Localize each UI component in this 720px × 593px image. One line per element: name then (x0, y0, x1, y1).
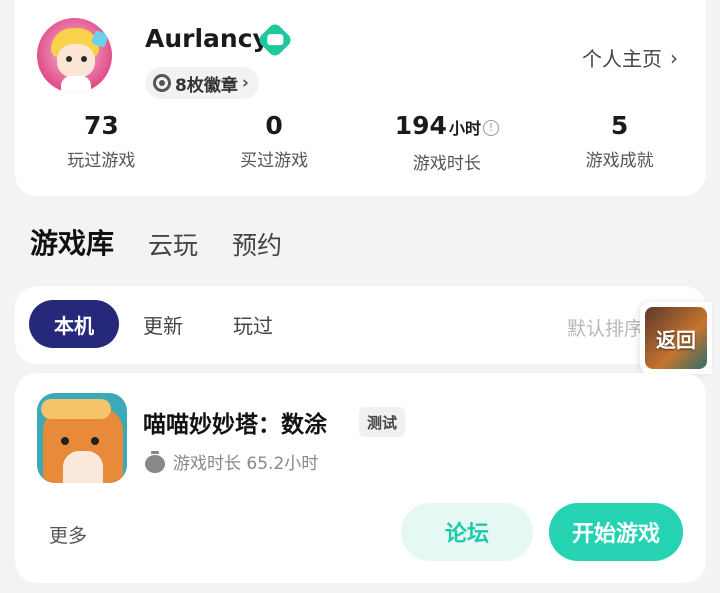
avatar-face (57, 44, 95, 78)
chevron-right-icon: › (670, 45, 678, 70)
medal-icon (153, 74, 171, 92)
game-icon[interactable] (37, 393, 127, 483)
avatar-eye (66, 56, 72, 62)
badges-button[interactable]: 8枚徽章 › (145, 67, 259, 99)
timer-icon (145, 450, 165, 473)
stat-value: 5 (610, 111, 629, 140)
home-link-label: 个人主页 (582, 47, 662, 71)
personal-homepage-link[interactable]: 个人主页 › (582, 43, 678, 72)
sort-dropdown[interactable]: 默认排序 (567, 314, 643, 341)
test-tag: 测试 (359, 407, 406, 437)
tab-library[interactable]: 游戏库 (30, 222, 115, 262)
stat-label: 买过游戏 (240, 151, 309, 171)
library-tabs: 游戏库 云玩 预约 (30, 222, 282, 262)
stat-label: 玩过游戏 (67, 151, 136, 171)
info-icon[interactable]: ! (482, 120, 499, 136)
stat-label: 游戏时长 (412, 154, 481, 174)
stat-value: 194 (394, 111, 447, 140)
stat-achievements[interactable]: 5 游戏成就 (533, 110, 706, 174)
username: Aurlancy (145, 24, 269, 53)
stat-play-time[interactable]: 194 小时! 游戏时长 (361, 110, 534, 174)
stat-label: 游戏成就 (585, 151, 654, 171)
hat-illustration (41, 399, 111, 419)
forum-button[interactable]: 论坛 (401, 503, 533, 561)
playtime-text: 游戏时长 65.2小时 (173, 454, 319, 474)
filter-bar: 本机 更新 玩过 默认排序 (15, 286, 706, 364)
floating-back-button[interactable]: 返回 (640, 302, 712, 374)
stat-value: 0 (265, 111, 283, 140)
avatar-body (61, 76, 91, 93)
stat-bought-games[interactable]: 0 买过游戏 (188, 110, 361, 174)
chevron-right-icon: › (241, 73, 249, 93)
stat-value: 73 (83, 111, 119, 140)
start-game-button[interactable]: 开始游戏 (549, 503, 683, 561)
profile-card: Aurlancy 8枚徽章 › 个人主页 › 73 玩过游戏 0 买过游戏 19… (15, 0, 706, 196)
more-button[interactable]: 更多 (49, 521, 87, 548)
filter-updates[interactable]: 更新 (141, 300, 185, 348)
stat-played-games[interactable]: 73 玩过游戏 (15, 110, 188, 174)
tab-reservations[interactable]: 预约 (232, 226, 282, 262)
avatar[interactable] (37, 18, 112, 93)
filter-played[interactable]: 玩过 (231, 300, 275, 348)
filter-local[interactable]: 本机 (29, 300, 119, 348)
back-label: 返回 (645, 307, 707, 369)
stat-unit: 小时 (448, 119, 481, 138)
badges-label: 8枚徽章 (175, 75, 238, 96)
game-card: 喵喵妙妙塔：数涂 测试 游戏时长 65.2小时 更多 论坛 开始游戏 (15, 373, 706, 583)
tab-cloud-play[interactable]: 云玩 (148, 226, 198, 262)
playtime: 游戏时长 65.2小时 (145, 449, 318, 474)
game-title[interactable]: 喵喵妙妙塔：数涂 (143, 405, 327, 439)
stats-row: 73 玩过游戏 0 买过游戏 194 小时! 游戏时长 5 游戏成就 (15, 110, 706, 174)
avatar-eye (81, 56, 87, 62)
